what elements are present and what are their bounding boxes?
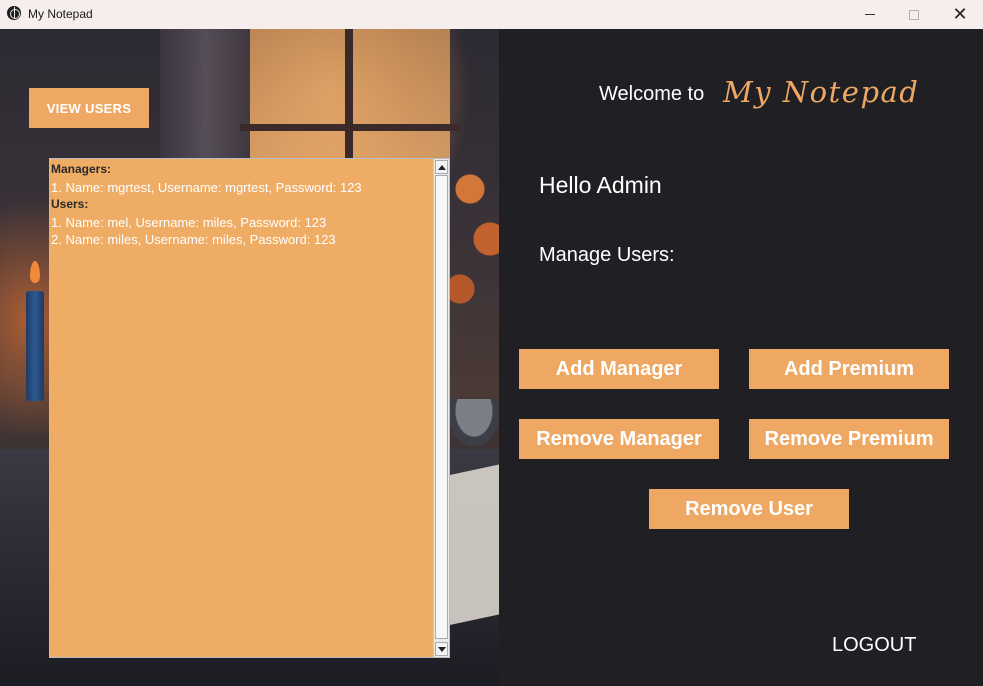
admin-panel: Welcome to My Notepad Hello Admin Manage… (499, 29, 983, 686)
scroll-thumb[interactable] (435, 175, 448, 639)
manage-users-label: Manage Users: (539, 244, 675, 266)
close-icon: ✕ (952, 4, 968, 24)
vertical-scrollbar[interactable] (433, 159, 449, 657)
logout-link[interactable]: LOGOUT (832, 634, 916, 657)
users-list-content: Managers: 1. Name: mgrtest, Username: mg… (50, 161, 433, 249)
minimize-icon (865, 14, 875, 15)
arrow-down-icon (437, 646, 446, 652)
remove-manager-button[interactable]: Remove Manager (519, 419, 719, 459)
view-users-button[interactable]: VIEW USERS (29, 88, 149, 128)
managers-header: Managers: (51, 162, 112, 176)
brand-title: My Notepad (723, 75, 920, 109)
close-button[interactable]: ✕ (937, 0, 983, 29)
maximize-icon (909, 9, 919, 20)
app-logo-icon (7, 6, 21, 20)
user-entry: 1. Name: mel, Username: miles, Password:… (51, 214, 327, 230)
manager-entry: 1. Name: mgrtest, Username: mgrtest, Pas… (51, 179, 362, 195)
user-entry: 2. Name: miles, Username: miles, Passwor… (51, 232, 336, 247)
add-premium-button[interactable]: Add Premium (749, 349, 949, 389)
arrow-up-icon (437, 164, 446, 170)
window-titlebar: My Notepad ✕ (0, 0, 983, 29)
window-title: My Notepad (28, 7, 93, 21)
background-illustration: VIEW USERS Managers: 1. Name: mgrtest, U… (0, 29, 499, 686)
users-text-area[interactable]: Managers: 1. Name: mgrtest, Username: mg… (49, 158, 450, 658)
welcome-text: Welcome to (599, 83, 705, 105)
book-decoration (448, 462, 499, 626)
minimize-button[interactable] (847, 0, 893, 29)
scroll-down-button[interactable] (435, 642, 448, 656)
scroll-up-button[interactable] (435, 160, 448, 174)
candle-decoration (26, 291, 44, 401)
greeting-text: Hello Admin (539, 172, 662, 198)
maximize-button[interactable] (891, 0, 937, 29)
window-frame-decoration (240, 124, 460, 131)
flame-decoration (30, 261, 40, 283)
remove-user-button[interactable]: Remove User (649, 489, 849, 529)
add-manager-button[interactable]: Add Manager (519, 349, 719, 389)
users-header: Users: (51, 197, 89, 211)
remove-premium-button[interactable]: Remove Premium (749, 419, 949, 459)
cup-decoration (448, 399, 499, 447)
